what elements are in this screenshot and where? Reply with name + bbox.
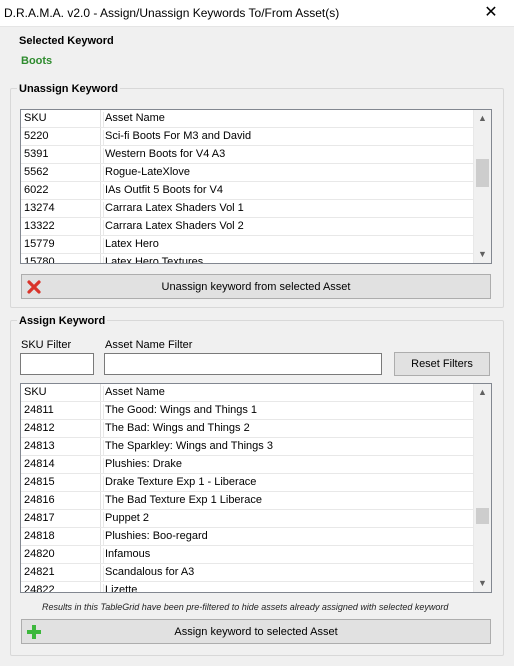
table-header-row: SKU Asset Name <box>21 110 474 128</box>
table-row[interactable]: 24818 Plushies: Boo-regard <box>21 528 474 546</box>
table-row[interactable]: 15780 Latex Hero Textures <box>21 254 474 264</box>
table-row[interactable]: 13274 Carrara Latex Shaders Vol 1 <box>21 200 474 218</box>
asset-name-cell: Lizette <box>103 584 137 592</box>
selected-keyword-group: Selected Keyword Boots <box>10 35 504 74</box>
window-title: D.R.A.M.A. v2.0 - Assign/Unassign Keywor… <box>4 6 340 20</box>
asset-name-cell: Carrara Latex Shaders Vol 2 <box>103 220 244 235</box>
sku-filter-label: SKU Filter <box>21 339 72 351</box>
table-row[interactable]: 6022 IAs Outfit 5 Boots for V4 <box>21 182 474 200</box>
column-header-sku[interactable]: SKU <box>24 386 100 398</box>
unassign-table[interactable]: SKU Asset Name 5220 Sci-fi Boots For M3 a… <box>20 109 492 264</box>
column-header-asset-name[interactable]: Asset Name <box>103 386 165 401</box>
table-row[interactable]: 24812 The Bad: Wings and Things 2 <box>21 420 474 438</box>
table-row[interactable]: 15779 Latex Hero <box>21 236 474 254</box>
asset-name-cell: The Sparkley: Wings and Things 3 <box>103 440 273 455</box>
asset-name-filter-field[interactable] <box>105 354 381 374</box>
table-row[interactable]: 5391 Western Boots for V4 A3 <box>21 146 474 164</box>
table-row[interactable]: 24816 The Bad Texture Exp 1 Liberace <box>21 492 474 510</box>
asset-name-cell: Scandalous for A3 <box>103 566 194 581</box>
asset-name-cell: Sci-fi Boots For M3 and David <box>103 130 251 145</box>
unassign-button-label: Unassign keyword from selected Asset <box>161 280 351 293</box>
sku-filter-field[interactable] <box>21 354 93 374</box>
close-icon[interactable]: ✕ <box>468 0 514 26</box>
asset-name-cell: The Bad Texture Exp 1 Liberace <box>103 494 262 509</box>
sku-cell: 24817 <box>24 512 55 524</box>
asset-name-cell: Carrara Latex Shaders Vol 1 <box>103 202 244 217</box>
scroll-down-icon[interactable]: ▼ <box>474 246 491 263</box>
table-row[interactable]: 24822 Lizette <box>21 582 474 593</box>
asset-name-filter-input[interactable] <box>104 353 382 375</box>
sku-cell: 5562 <box>24 166 49 178</box>
sku-filter-input[interactable] <box>20 353 94 375</box>
selected-keyword-value: Boots <box>21 55 53 67</box>
asset-name-cell: Drake Texture Exp 1 - Liberace <box>103 476 256 491</box>
table-row[interactable]: 24815 Drake Texture Exp 1 - Liberace <box>21 474 474 492</box>
asset-name-cell: Rogue-LateXlove <box>103 166 190 181</box>
asset-name-cell: IAs Outfit 5 Boots for V4 <box>103 184 223 199</box>
assign-button-label: Assign keyword to selected Asset <box>174 625 338 638</box>
reset-filters-button[interactable]: Reset Filters <box>394 352 490 376</box>
unassign-table-rows: SKU Asset Name 5220 Sci-fi Boots For M3 a… <box>21 110 474 264</box>
asset-name-cell: Plushies: Drake <box>103 458 182 473</box>
asset-name-cell: Infamous <box>103 548 150 563</box>
unassign-keyword-heading: Unassign Keyword <box>17 83 121 95</box>
asset-name-cell: Latex Hero <box>103 238 159 253</box>
sku-cell: 5391 <box>24 148 49 160</box>
scroll-up-icon[interactable]: ▲ <box>474 110 491 127</box>
table-row[interactable]: 24821 Scandalous for A3 <box>21 564 474 582</box>
scroll-down-icon[interactable]: ▼ <box>474 575 491 592</box>
sku-cell: 6022 <box>24 184 49 196</box>
asset-name-cell: The Good: Wings and Things 1 <box>103 404 257 419</box>
table-row[interactable]: 24820 Infamous <box>21 546 474 564</box>
asset-name-cell: Plushies: Boo-regard <box>103 530 208 545</box>
title-bar: D.R.A.M.A. v2.0 - Assign/Unassign Keywor… <box>0 0 514 27</box>
unassign-keyword-button[interactable]: Unassign keyword from selected Asset <box>21 274 491 299</box>
sku-cell: 24818 <box>24 530 55 542</box>
asset-name-cell: The Bad: Wings and Things 2 <box>103 422 250 437</box>
table-row[interactable]: 24813 The Sparkley: Wings and Things 3 <box>21 438 474 456</box>
table-row[interactable]: 5562 Rogue-LateXlove <box>21 164 474 182</box>
assign-table[interactable]: SKU Asset Name 24811 The Good: Wings and … <box>20 383 492 593</box>
sku-cell: 5220 <box>24 130 49 142</box>
reset-filters-label: Reset Filters <box>411 358 473 370</box>
asset-name-cell: Latex Hero Textures <box>103 256 203 263</box>
assign-keyword-button[interactable]: Assign keyword to selected Asset <box>21 619 491 644</box>
sku-cell: 13322 <box>24 220 55 232</box>
sku-cell: 24813 <box>24 440 55 452</box>
sku-cell: 24812 <box>24 422 55 434</box>
scroll-thumb[interactable] <box>476 508 489 524</box>
table-row[interactable]: 5220 Sci-fi Boots For M3 and David <box>21 128 474 146</box>
table-header-row: SKU Asset Name <box>21 384 474 402</box>
asset-name-cell: Western Boots for V4 A3 <box>103 148 225 163</box>
sku-cell: 24811 <box>24 404 54 416</box>
sku-cell: 15780 <box>24 256 55 264</box>
sku-cell: 15779 <box>24 238 55 250</box>
assign-keyword-heading: Assign Keyword <box>17 315 108 327</box>
sku-cell: 24815 <box>24 476 55 488</box>
assign-scrollbar[interactable]: ▲ ▼ <box>473 384 491 592</box>
scroll-up-icon[interactable]: ▲ <box>474 384 491 401</box>
asset-name-filter-label: Asset Name Filter <box>105 339 193 351</box>
unassign-scrollbar[interactable]: ▲ ▼ <box>473 110 491 263</box>
sku-cell: 24822 <box>24 584 55 593</box>
table-row[interactable]: 24817 Puppet 2 <box>21 510 474 528</box>
sku-cell: 24814 <box>24 458 55 470</box>
column-header-asset-name[interactable]: Asset Name <box>103 112 165 127</box>
column-header-sku[interactable]: SKU <box>24 112 100 124</box>
assign-table-rows: SKU Asset Name 24811 The Good: Wings and … <box>21 384 474 593</box>
asset-name-cell: Puppet 2 <box>103 512 149 527</box>
table-row[interactable]: 24811 The Good: Wings and Things 1 <box>21 402 474 420</box>
table-row[interactable]: 24814 Plushies: Drake <box>21 456 474 474</box>
sku-cell: 13274 <box>24 202 55 214</box>
sku-cell: 24820 <box>24 548 55 560</box>
selected-keyword-heading: Selected Keyword <box>17 35 116 47</box>
prefilter-note: Results in this TableGrid have been pre-… <box>42 602 449 612</box>
sku-cell: 24821 <box>24 566 55 578</box>
table-row[interactable]: 13322 Carrara Latex Shaders Vol 2 <box>21 218 474 236</box>
scroll-thumb[interactable] <box>476 159 489 187</box>
sku-cell: 24816 <box>24 494 55 506</box>
